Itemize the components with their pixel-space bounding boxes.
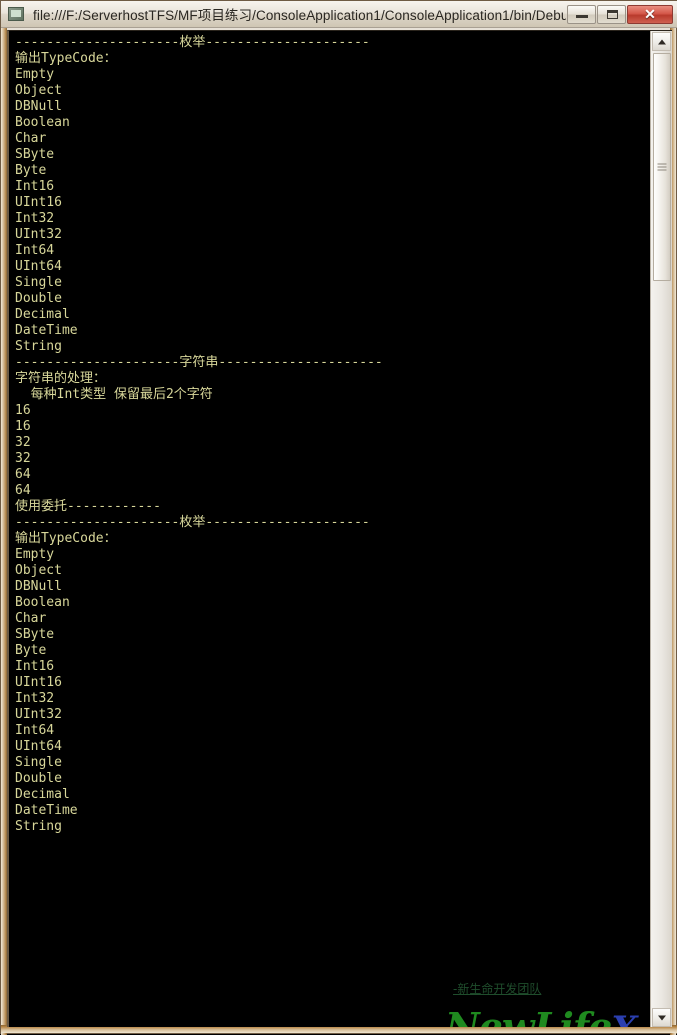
console-line: 32 <box>15 435 31 450</box>
console-line: UInt16 <box>15 195 62 210</box>
console-line: Empty <box>15 547 55 562</box>
console-line: Double <box>15 291 62 306</box>
console-line: Decimal <box>15 307 70 322</box>
minimize-button[interactable] <box>567 4 596 24</box>
console-line: 输出TypeCode： <box>15 531 117 546</box>
minimize-icon <box>576 14 588 18</box>
console-line: DateTime <box>15 323 78 338</box>
console-line: ---------------------字符串----------------… <box>15 355 383 370</box>
console-line: Byte <box>15 643 47 658</box>
console-line: Char <box>15 611 47 626</box>
maximize-button[interactable] <box>597 4 626 24</box>
console-line: 输出TypeCode： <box>15 51 117 66</box>
close-icon: ✕ <box>644 5 656 22</box>
console-line: 字符串的处理： <box>15 371 107 386</box>
console-line: Int64 <box>15 723 55 738</box>
maximize-icon <box>607 9 618 19</box>
scroll-down-arrow-icon <box>657 1015 666 1020</box>
title-bar[interactable]: file:///F:/ServerhostTFS/MF项目练习/ConsoleA… <box>1 1 677 28</box>
console-line: Single <box>15 755 62 770</box>
console-line: Boolean <box>15 595 70 610</box>
console-line: Single <box>15 275 62 290</box>
console-line: Byte <box>15 163 47 178</box>
console-line: 使用委托------------ <box>15 499 161 514</box>
console-line: SByte <box>15 627 55 642</box>
watermark-subtitle: -新生命开发团队 <box>453 982 542 996</box>
console-line: Int16 <box>15 659 55 674</box>
window-title: file:///F:/ServerhostTFS/MF项目练习/ConsoleA… <box>33 8 566 23</box>
vertical-scrollbar[interactable] <box>650 31 672 1027</box>
scroll-thumb-grip-icon <box>657 163 667 171</box>
console-line: Object <box>15 83 62 98</box>
console-line: 64 <box>15 467 31 482</box>
console-line: UInt16 <box>15 675 62 690</box>
console-line: 16 <box>15 419 31 434</box>
console-client-area: ---------------------枚举-----------------… <box>7 30 672 1027</box>
watermark-logo-main: NewLife <box>445 1004 612 1028</box>
console-line: Int32 <box>15 691 55 706</box>
console-line: Int16 <box>15 179 55 194</box>
console-line: Empty <box>15 67 55 82</box>
scroll-up-button[interactable] <box>652 32 671 51</box>
console-line: Int32 <box>15 211 55 226</box>
console-line: 16 <box>15 403 31 418</box>
console-line: Int64 <box>15 243 55 258</box>
console-line: Object <box>15 563 62 578</box>
console-output[interactable]: ---------------------枚举-----------------… <box>9 31 650 1027</box>
watermark-logo: NewLifeX.com <box>445 1004 672 1028</box>
close-button[interactable]: ✕ <box>627 4 673 24</box>
window-controls: ✕ <box>566 4 673 24</box>
console-line: DBNull <box>15 99 62 114</box>
console-window: file:///F:/ServerhostTFS/MF项目练习/ConsoleA… <box>0 0 677 1035</box>
console-line: 每种Int类型 保留最后2个字符 <box>15 387 213 402</box>
console-line: Boolean <box>15 115 70 130</box>
console-line: UInt32 <box>15 707 62 722</box>
console-line: Char <box>15 131 47 146</box>
scroll-down-button[interactable] <box>652 1008 671 1027</box>
console-line: DateTime <box>15 803 78 818</box>
console-line: ---------------------枚举-----------------… <box>15 515 370 530</box>
console-window-icon <box>8 7 24 21</box>
console-line: UInt64 <box>15 259 62 274</box>
console-line: 64 <box>15 483 31 498</box>
scroll-up-arrow-icon <box>657 39 666 44</box>
console-line: UInt32 <box>15 227 62 242</box>
console-line: SByte <box>15 147 55 162</box>
console-line: Decimal <box>15 787 70 802</box>
console-line: DBNull <box>15 579 62 594</box>
console-line: 32 <box>15 451 31 466</box>
console-line: String <box>15 339 62 354</box>
console-line: UInt64 <box>15 739 62 754</box>
scroll-thumb[interactable] <box>653 53 671 281</box>
watermark-logo-x: X <box>611 1009 637 1027</box>
console-line: String <box>15 819 62 834</box>
console-line: Double <box>15 771 62 786</box>
console-line: ---------------------枚举-----------------… <box>15 35 370 50</box>
